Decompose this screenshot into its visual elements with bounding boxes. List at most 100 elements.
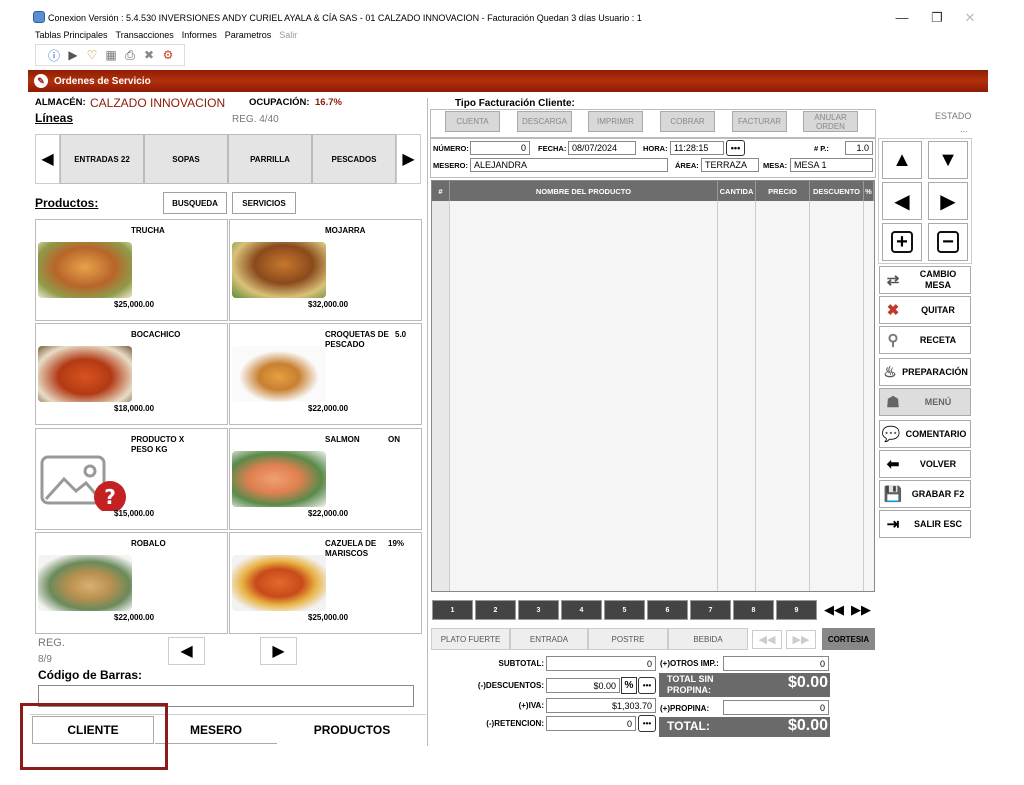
- more-icon[interactable]: •••: [726, 140, 745, 156]
- hora-field[interactable]: 11:28:15: [670, 141, 724, 155]
- page-9-button[interactable]: 9: [776, 600, 817, 620]
- product-card-salmon[interactable]: SALMON ON $22,000.00: [229, 428, 422, 530]
- tab-productos[interactable]: PRODUCTOS: [278, 716, 426, 744]
- prev-plate-icon[interactable]: ◀◀: [752, 630, 782, 649]
- percent-icon[interactable]: %: [621, 677, 637, 694]
- fast-forward-icon[interactable]: ▶▶: [849, 600, 873, 620]
- rewind-icon[interactable]: ◀◀: [822, 600, 846, 620]
- ocupacion-value: 16.7%: [315, 97, 342, 108]
- tab-mesero[interactable]: MESERO: [155, 716, 277, 744]
- page-5-button[interactable]: 5: [604, 600, 645, 620]
- flag-icon[interactable]: ▶: [65, 47, 81, 63]
- quitar-button[interactable]: ✖ QUITAR: [879, 296, 971, 324]
- fecha-field[interactable]: 08/07/2024: [568, 141, 636, 155]
- category-parrilla[interactable]: PARRILLA: [228, 134, 312, 184]
- page-4-button[interactable]: 4: [561, 600, 602, 620]
- category-entradas[interactable]: ENTRADAS 22: [60, 134, 144, 184]
- cobrar-button[interactable]: COBRAR: [660, 111, 715, 132]
- propina-label: (+)PROPINA:: [660, 704, 710, 713]
- preparacion-button[interactable]: ♨ PREPARACIÓN: [879, 358, 971, 386]
- up-button[interactable]: ▲: [882, 141, 922, 179]
- plate-tab-postre[interactable]: POSTRE: [588, 628, 668, 650]
- product-card-trucha[interactable]: TRUCHA $25,000.00: [35, 219, 228, 321]
- imprimir-button[interactable]: IMPRIMIR: [588, 111, 643, 132]
- next-products-button[interactable]: ▶: [260, 637, 297, 665]
- more-icon[interactable]: •••: [638, 677, 656, 694]
- page-2-button[interactable]: 2: [475, 600, 516, 620]
- page-7-button[interactable]: 7: [690, 600, 731, 620]
- subtract-quantity-button[interactable]: −: [928, 223, 968, 261]
- menu-icon: ☗: [886, 394, 900, 411]
- plate-tab-bebida[interactable]: BEBIDA: [668, 628, 748, 650]
- close-button[interactable]: ✕: [958, 10, 982, 26]
- area-field[interactable]: TERRAZA: [701, 158, 759, 172]
- minimize-button[interactable]: —: [890, 10, 914, 25]
- descarga-button[interactable]: DESCARGA: [517, 111, 572, 132]
- facturar-button[interactable]: FACTURAR: [732, 111, 787, 132]
- salir-button[interactable]: ⇥ SALIR ESC: [879, 510, 971, 538]
- menu-informes[interactable]: Informes: [182, 30, 217, 42]
- next-category-button[interactable]: ▶: [396, 134, 421, 184]
- product-card-mojarra[interactable]: MOJARRA $32,000.00: [229, 219, 422, 321]
- propina-field[interactable]: 0: [723, 700, 829, 715]
- menu-button[interactable]: ☗ MENÚ: [879, 388, 971, 416]
- restore-button[interactable]: ❐: [925, 10, 949, 26]
- print-icon[interactable]: ⎙: [122, 47, 138, 63]
- mesero-field[interactable]: ALEJANDRA: [470, 158, 668, 172]
- anular-orden-button[interactable]: ANULAR ORDEN: [803, 111, 858, 132]
- menu-tablas[interactable]: Tablas Principales: [35, 30, 108, 42]
- mesa-field[interactable]: MESA 1: [790, 158, 873, 172]
- fish-plate-icon: [38, 242, 132, 298]
- next-plate-icon[interactable]: ▶▶: [786, 630, 816, 649]
- product-card-producto-peso[interactable]: PRODUCTO X PESO KG ? $15,000.00: [35, 428, 228, 530]
- heart-icon[interactable]: ♡: [84, 47, 100, 63]
- retencion-field[interactable]: 0: [546, 716, 636, 731]
- more-icon[interactable]: •••: [638, 715, 656, 732]
- product-card-croquetas[interactable]: CROQUETAS DE PESCADO 5.0 $22,000.00: [229, 323, 422, 425]
- product-card-cazuela[interactable]: CAZUELA DE MARISCOS 19% $25,000.00: [229, 532, 422, 634]
- order-lines-grid[interactable]: # NOMBRE DEL PRODUCTO CANTIDA PRECIO DES…: [431, 180, 875, 592]
- numero-field[interactable]: 0: [470, 141, 530, 155]
- info-icon[interactable]: ⓘ: [46, 47, 62, 63]
- plate-tab-fuerte[interactable]: PLATO FUERTE: [431, 628, 510, 650]
- product-price: $22,000.00: [308, 404, 349, 413]
- settings-icon[interactable]: ⚙: [160, 47, 176, 63]
- menu-transacciones[interactable]: Transacciones: [116, 30, 174, 42]
- tools-icon[interactable]: ✖: [141, 47, 157, 63]
- product-card-bocachico[interactable]: BOCACHICO $18,000.00: [35, 323, 228, 425]
- productos-label: Productos:: [35, 196, 99, 210]
- page-3-button[interactable]: 3: [518, 600, 559, 620]
- cuenta-button[interactable]: CUENTA: [445, 111, 500, 132]
- grabar-button[interactable]: 💾 GRABAR F2: [879, 480, 971, 508]
- category-pescados[interactable]: PESCADOS: [312, 134, 396, 184]
- comentario-button[interactable]: 💬 COMENTARIO: [879, 420, 971, 448]
- busqueda-button[interactable]: BUSQUEDA: [163, 192, 227, 214]
- prev-category-button[interactable]: ◀: [35, 134, 60, 184]
- cambio-mesa-button[interactable]: ⇄ CAMBIO MESA: [879, 266, 971, 294]
- page-6-button[interactable]: 6: [647, 600, 688, 620]
- descuentos-field[interactable]: $0.00: [546, 678, 620, 693]
- plate-tab-entrada[interactable]: ENTRADA: [510, 628, 588, 650]
- ocupacion-label: OCUPACIÓN:: [249, 97, 310, 108]
- product-card-robalo[interactable]: ROBALO $22,000.00: [35, 532, 228, 634]
- prev-products-button[interactable]: ◀: [168, 637, 205, 665]
- down-button[interactable]: ▼: [928, 141, 968, 179]
- receta-button[interactable]: ⚲ RECETA: [879, 326, 971, 354]
- iva-field: $1,303.70: [546, 698, 656, 713]
- np-field[interactable]: 1.0: [845, 141, 873, 155]
- product-name: TRUCHA: [131, 226, 165, 235]
- grid-icon[interactable]: ▦: [103, 47, 119, 63]
- add-quantity-button[interactable]: +: [882, 223, 922, 261]
- category-sopas[interactable]: SOPAS: [144, 134, 228, 184]
- comment-icon: 💬: [881, 426, 901, 443]
- no-image-icon: ?: [38, 451, 132, 513]
- left-button[interactable]: ◀: [882, 182, 922, 220]
- right-button[interactable]: ▶: [928, 182, 968, 220]
- page-1-button[interactable]: 1: [432, 600, 473, 620]
- fried-fish-icon: [232, 242, 326, 298]
- volver-button[interactable]: ⬅ VOLVER: [879, 450, 971, 478]
- page-8-button[interactable]: 8: [733, 600, 774, 620]
- menu-parametros[interactable]: Parametros: [225, 30, 272, 42]
- servicios-button[interactable]: SERVICIOS: [232, 192, 296, 214]
- cortesia-button[interactable]: CORTESIA: [822, 628, 875, 650]
